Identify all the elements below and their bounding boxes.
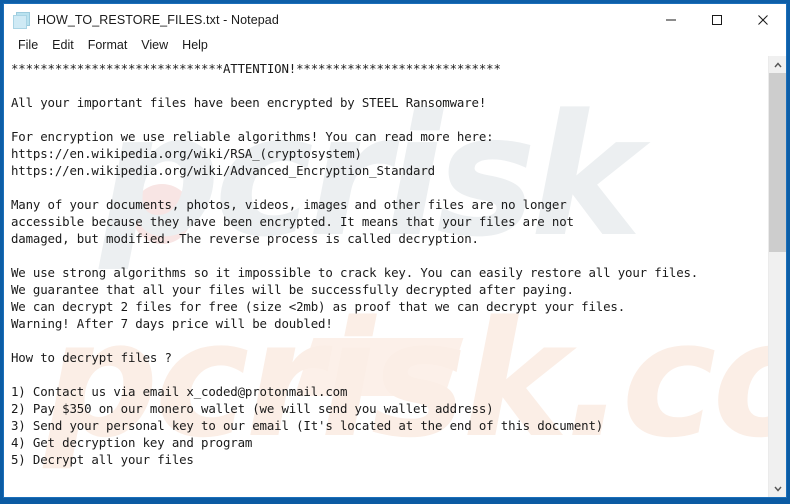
notepad-window: HOW_TO_RESTORE_FILES.txt - Notepad File … — [4, 4, 786, 497]
menu-help[interactable]: Help — [175, 37, 215, 54]
vertical-scrollbar[interactable] — [768, 56, 786, 497]
desktop-background: HOW_TO_RESTORE_FILES.txt - Notepad File … — [0, 0, 790, 504]
title-bar-left: HOW_TO_RESTORE_FILES.txt - Notepad — [4, 11, 648, 29]
maximize-button[interactable] — [694, 4, 740, 35]
minimize-button[interactable] — [648, 4, 694, 35]
editor-area: pcrisk pcrisk.com **********************… — [4, 56, 786, 497]
window-title: HOW_TO_RESTORE_FILES.txt - Notepad — [37, 12, 279, 27]
notepad-document-icon — [13, 11, 30, 29]
scrollbar-track[interactable] — [769, 73, 786, 480]
menu-edit[interactable]: Edit — [45, 37, 81, 54]
menu-file[interactable]: File — [11, 37, 45, 54]
menu-bar: File Edit Format View Help — [4, 35, 786, 56]
window-controls — [648, 4, 786, 35]
ransom-note-text: *****************************ATTENTION!*… — [11, 61, 699, 467]
scrollbar-thumb[interactable] — [769, 73, 786, 252]
scroll-up-button[interactable] — [769, 56, 786, 73]
menu-format[interactable]: Format — [81, 37, 135, 54]
title-bar[interactable]: HOW_TO_RESTORE_FILES.txt - Notepad — [4, 4, 786, 35]
menu-view[interactable]: View — [134, 37, 175, 54]
scroll-down-button[interactable] — [769, 480, 786, 497]
close-button[interactable] — [740, 4, 786, 35]
text-editor[interactable]: pcrisk pcrisk.com **********************… — [4, 56, 768, 497]
